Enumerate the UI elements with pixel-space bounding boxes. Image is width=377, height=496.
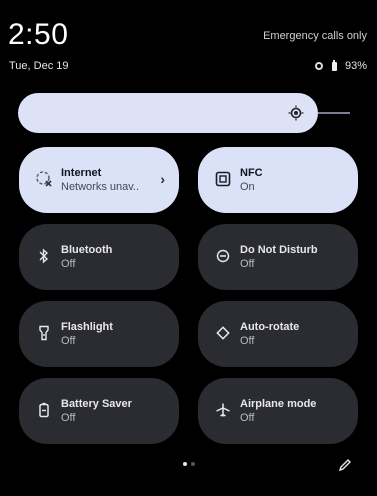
tile-state: Off (240, 258, 255, 270)
tile-do-not-disturb[interactable]: Do Not Disturb Off (198, 224, 358, 290)
flashlight-icon (34, 323, 54, 343)
tile-auto-rotate[interactable]: Auto-rotate Off (198, 301, 358, 367)
auto-rotate-icon (213, 323, 233, 343)
tile-bluetooth[interactable]: Bluetooth Off (19, 224, 179, 290)
tile-title: NFC (240, 167, 263, 179)
edit-pencil-icon[interactable] (337, 457, 353, 473)
page-indicator[interactable] (183, 462, 195, 466)
rotation-lock-icon (314, 62, 324, 70)
status-icons: 93% (314, 59, 367, 72)
tile-state: Off (61, 258, 76, 270)
battery-saver-icon (34, 400, 54, 420)
clock[interactable]: 2:50 (8, 18, 68, 52)
tile-title: Do Not Disturb (240, 244, 318, 256)
dnd-icon (213, 246, 233, 266)
tile-state: On (240, 181, 255, 193)
tile-title: Auto-rotate (240, 321, 300, 333)
date-label[interactable]: Tue, Dec 19 (9, 60, 69, 72)
tile-title: Battery Saver (61, 398, 132, 410)
network-status: Emergency calls only (263, 30, 367, 42)
brightness-slider[interactable] (18, 93, 318, 133)
tile-title: Internet (61, 167, 102, 179)
tile-state: Off (240, 412, 255, 424)
tile-title: Bluetooth (61, 244, 113, 256)
tile-state: Off (61, 412, 76, 424)
bluetooth-icon (34, 246, 54, 266)
tile-title: Flashlight (61, 321, 113, 333)
battery-percent: 93% (344, 60, 367, 72)
airplane-icon (213, 400, 233, 420)
page-dot (191, 462, 195, 466)
tile-flashlight[interactable]: Flashlight Off (19, 301, 179, 367)
tile-state: Networks unav.. (61, 181, 140, 193)
tile-battery-saver[interactable]: Battery Saver Off (19, 378, 179, 444)
tile-state: Off (240, 335, 255, 347)
tile-nfc[interactable]: NFC On (198, 147, 358, 213)
tile-title: Airplane mode (240, 398, 317, 410)
page-dot-active (183, 462, 187, 466)
wifi-off-icon (34, 169, 54, 189)
status-bar: 2:50 Tue, Dec 19 Emergency calls only 93… (0, 0, 377, 90)
tile-internet[interactable]: Internet Networks unav.. › (19, 147, 179, 213)
brightness-icon[interactable] (288, 105, 304, 121)
tile-airplane-mode[interactable]: Airplane mode Off (198, 378, 358, 444)
nfc-icon (213, 169, 233, 189)
brightness-track[interactable] (318, 112, 350, 114)
chevron-right-icon[interactable]: › (160, 171, 165, 187)
tile-state: Off (61, 335, 76, 347)
battery-icon (331, 59, 337, 71)
